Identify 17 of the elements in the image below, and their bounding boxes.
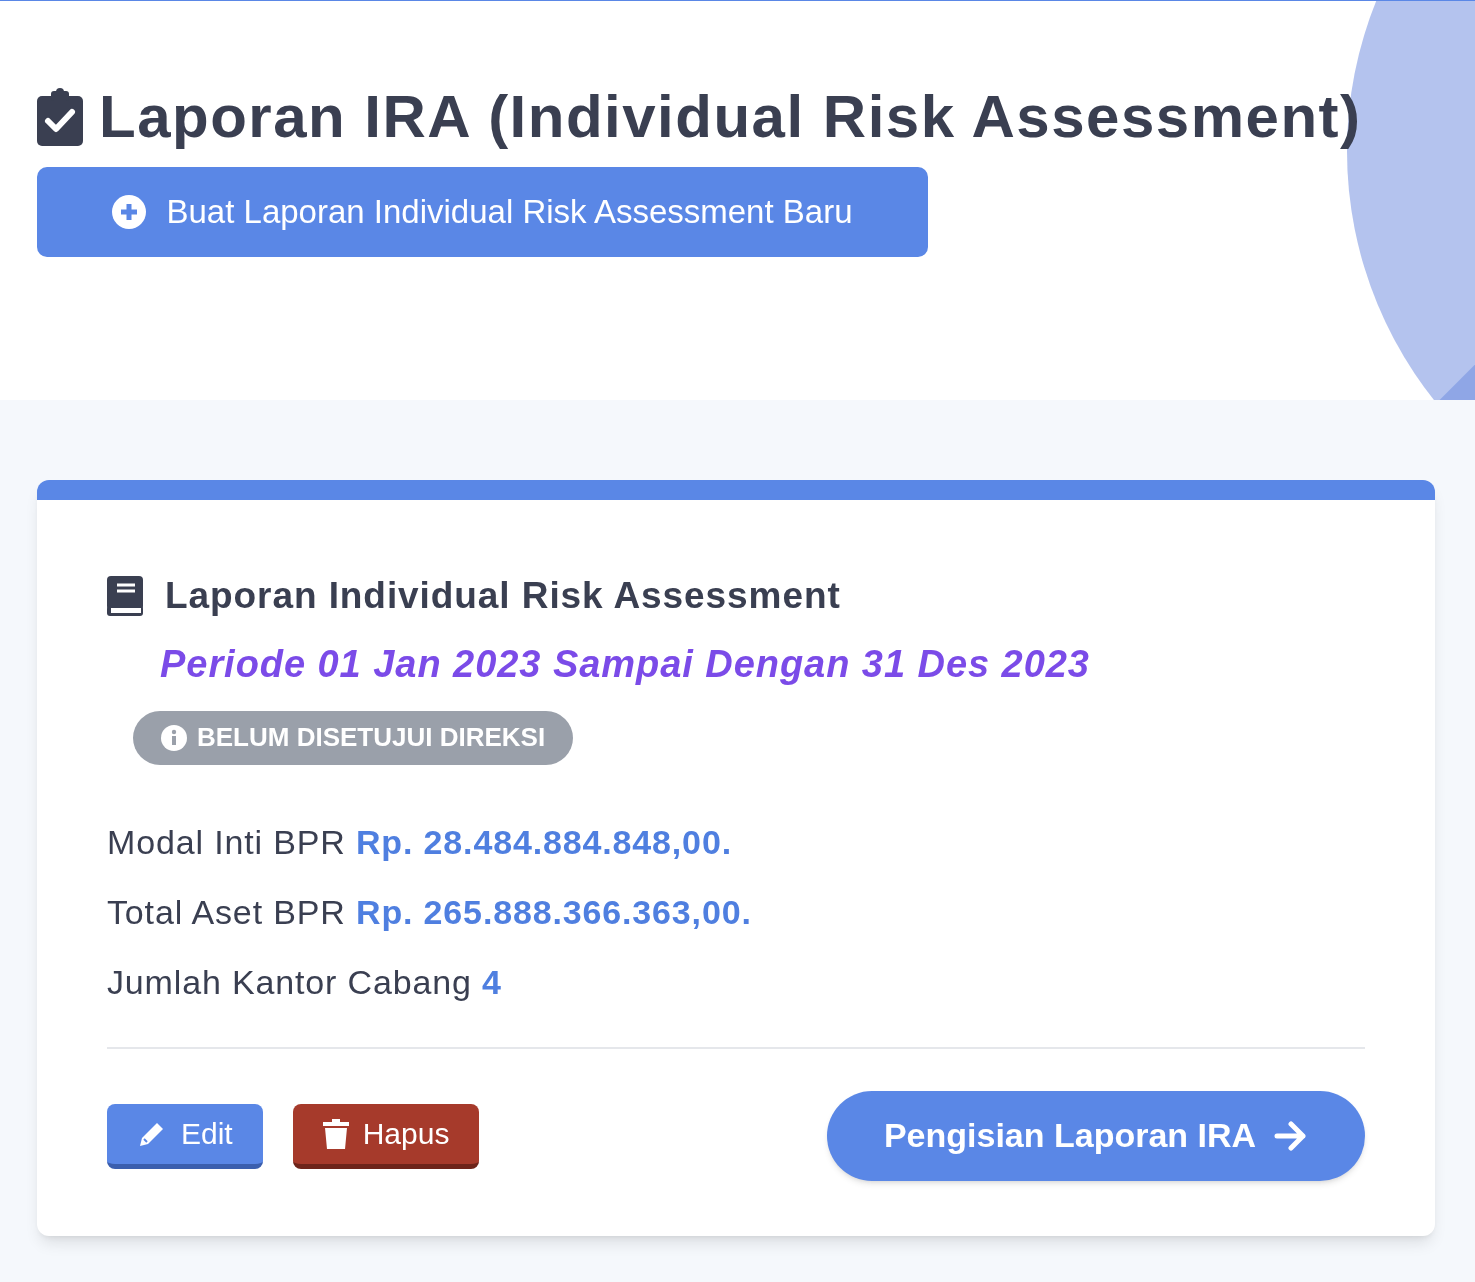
info-line: Total Aset BPR Rp. 265.888.366.363,00. (107, 891, 753, 933)
clipboard-check-icon (37, 88, 83, 146)
edit-button[interactable]: Edit (107, 1103, 263, 1169)
status-badge: BELUM DISETUJUI DIREKSI (133, 710, 574, 765)
delete-button[interactable]: Hapus (292, 1103, 480, 1169)
info-icon (161, 724, 187, 751)
report-period: Periode 01 Jan 2023 Sampai Dengan 31 Des 2023 (160, 641, 1091, 687)
info-line: Jumlah Kantor Cabang 4 (107, 961, 503, 1003)
info-line: Modal Inti BPR Rp. 28.484.884.848,00. (107, 821, 733, 863)
create-report-button[interactable]: Buat Laporan Individual Risk Assessment Baru (37, 167, 928, 257)
card-heading: Laporan Individual Risk Assessment (165, 574, 841, 618)
trash-icon (322, 1118, 349, 1149)
page-title: Laporan IRA (Individual Risk Assessment) (99, 87, 1362, 147)
plus-circle-icon (112, 195, 147, 229)
book-icon (107, 575, 143, 616)
fill-report-button[interactable]: Pengisian Laporan IRA (827, 1090, 1365, 1181)
arrow-right-icon (1274, 1120, 1309, 1151)
